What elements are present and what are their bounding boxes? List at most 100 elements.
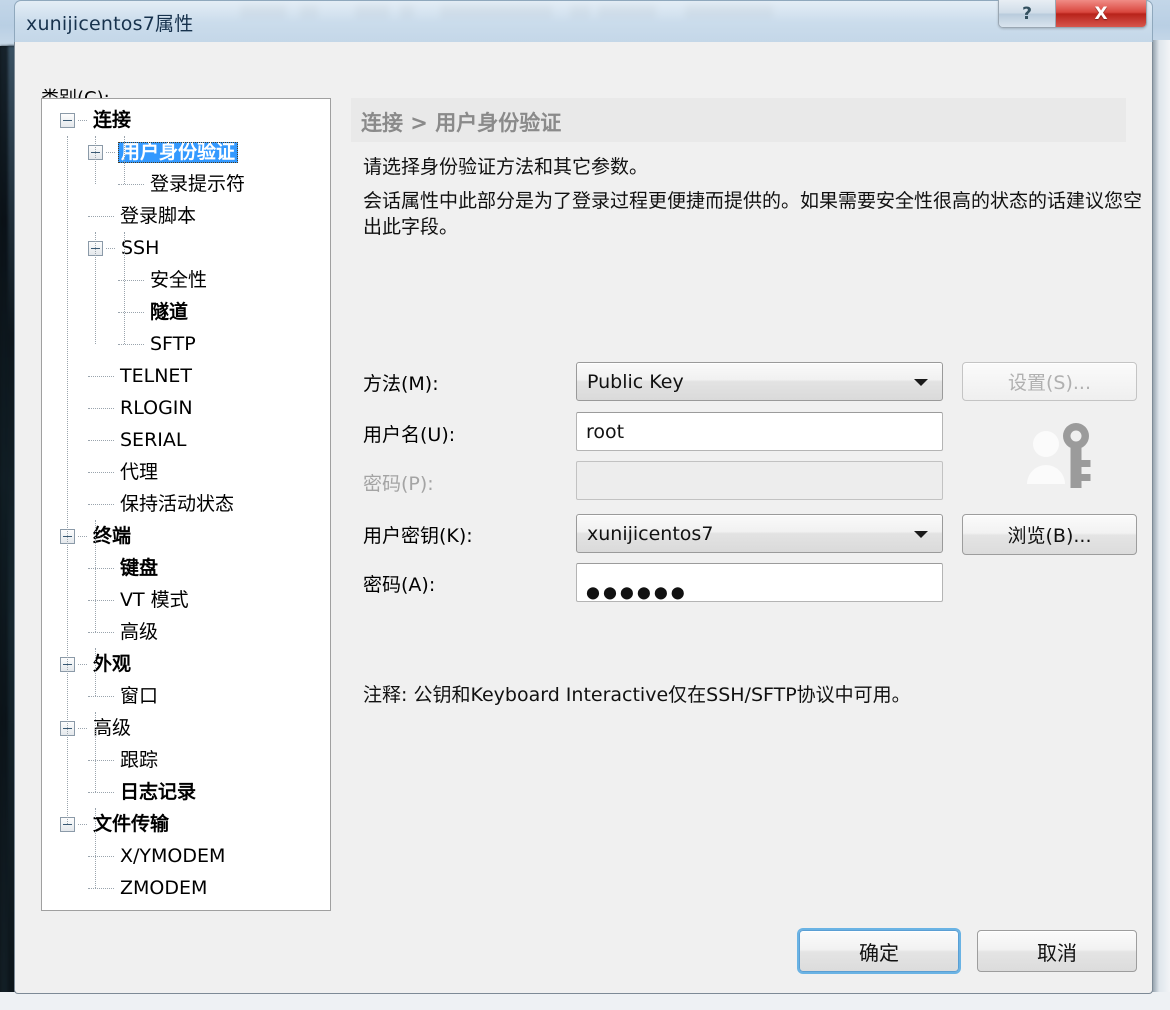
user-key-icon [1027, 423, 1091, 488]
tree-item-3[interactable]: 登录脚本 [42, 200, 330, 232]
tree-item-16[interactable]: 高级 [42, 616, 330, 648]
tree-item-label: 键盘 [120, 556, 159, 579]
dialog-body: 类别(C): 连接用户身份验证登录提示符登录脚本SSH安全性隧道SFTPTELN… [14, 42, 1153, 994]
tree-item-24[interactable]: ZMODEM [42, 872, 330, 904]
tree-item-21[interactable]: 日志记录 [42, 776, 330, 808]
tree-item-12[interactable]: 保持活动状态 [42, 488, 330, 520]
tree-connector [78, 535, 87, 537]
tree-spine-root [67, 136, 68, 824]
tree-item-10[interactable]: SERIAL [42, 424, 330, 456]
password-input [576, 461, 943, 500]
userkey-label: 用户密钥(K): [363, 525, 473, 547]
tree-item-22[interactable]: 文件传输 [42, 808, 330, 840]
tree-item-label: 连接 [93, 108, 132, 131]
tree-item-label: 登录脚本 [120, 204, 197, 227]
tree-item-label: SFTP [150, 332, 196, 355]
passphrase-value: ●●●●●● [586, 582, 688, 601]
tree-item-18[interactable]: 窗口 [42, 680, 330, 712]
tree-connector [118, 311, 144, 313]
tree-item-label: 跟踪 [120, 748, 159, 771]
tree-item-label: 高级 [93, 716, 132, 739]
dialog-title: xunijicentos7属性 [26, 13, 194, 35]
note-text: 注释: 公钥和Keyboard Interactive仅在SSH/SFTP协议中… [363, 684, 911, 706]
tree-connector [88, 855, 114, 857]
tree-item-label: 代理 [120, 460, 159, 483]
userkey-value: xunijicentos7 [587, 522, 714, 545]
tree-connector [88, 599, 114, 601]
tree-connector [88, 215, 114, 217]
settings-button[interactable]: 设置(S)... [962, 362, 1137, 401]
tree-connector [88, 887, 114, 889]
tree-item-19[interactable]: 高级 [42, 712, 330, 744]
tree-item-23[interactable]: X/YMODEM [42, 840, 330, 872]
tree-item-label: 隧道 [150, 300, 189, 323]
tree-item-9[interactable]: RLOGIN [42, 392, 330, 424]
window-controls: ? X [998, 0, 1147, 28]
username-value: root [586, 420, 625, 443]
tree-connector [88, 631, 114, 633]
description-line-2: 会话属性中此部分是为了登录过程更便捷而提供的。如果需要安全性很高的状态的话建议您… [363, 190, 1143, 239]
session-properties-dialog: xunijicentos7属性 ? X 类别(C): 连接用户身份验证登录提示符… [14, 0, 1153, 994]
tree-item-label: 用户身份验证 [118, 141, 239, 163]
cancel-button[interactable]: 取消 [977, 930, 1137, 972]
tree-connector [88, 439, 114, 441]
tree-connector [106, 151, 115, 153]
tree-collapse-icon[interactable] [60, 112, 75, 128]
tree-item-label: 外观 [93, 652, 132, 675]
password-label: 密码(P): [363, 473, 434, 495]
tree-item-8[interactable]: TELNET [42, 360, 330, 392]
tree-item-11[interactable]: 代理 [42, 456, 330, 488]
tree-item-label: RLOGIN [120, 396, 193, 419]
method-value: Public Key [587, 370, 684, 393]
tree-spine-appearance [95, 648, 96, 696]
tree-connector [88, 503, 114, 505]
tree-connector [88, 695, 114, 697]
username-label: 用户名(U): [363, 424, 456, 446]
tree-item-5[interactable]: 安全性 [42, 264, 330, 296]
browse-button[interactable]: 浏览(B)... [962, 514, 1137, 555]
tree-item-14[interactable]: 键盘 [42, 552, 330, 584]
passphrase-input[interactable]: ●●●●●● [576, 563, 943, 602]
tree-spine-advanced [95, 712, 96, 792]
tree-item-6[interactable]: 隧道 [42, 296, 330, 328]
help-icon[interactable]: ? [999, 0, 1056, 27]
tree-item-13[interactable]: 终端 [42, 520, 330, 552]
tree-spine-auth [95, 136, 96, 184]
tree-item-label: 文件传输 [93, 812, 170, 835]
method-dropdown[interactable]: Public Key [576, 362, 943, 401]
tree-item-label: 终端 [93, 524, 132, 547]
tree-item-label: X/YMODEM [120, 844, 226, 867]
tree-item-20[interactable]: 跟踪 [42, 744, 330, 776]
tree-connector [106, 247, 115, 249]
ok-button[interactable]: 确定 [799, 930, 959, 972]
background-bottom-edge [0, 992, 1170, 1010]
tree-connector [88, 791, 114, 793]
tree-item-7[interactable]: SFTP [42, 328, 330, 360]
chevron-down-icon [914, 530, 928, 538]
tree-connector [88, 375, 114, 377]
tree-item-0[interactable]: 连接 [42, 104, 330, 136]
tree-item-17[interactable]: 外观 [42, 648, 330, 680]
category-tree[interactable]: 连接用户身份验证登录提示符登录脚本 SSH 安全性隧道 SFTP TELNET RLOGI… [41, 98, 331, 911]
breadcrumb: 连接 > 用户身份验证 [361, 111, 562, 135]
tree-item-label: 窗口 [120, 684, 159, 707]
tree-item-label: 安全性 [150, 268, 208, 291]
breadcrumb-bar: 连接 > 用户身份验证 [351, 98, 1126, 142]
description-line-1: 请选择身份验证方法和其它参数。 [363, 156, 649, 178]
tree-spine-terminal [95, 520, 96, 632]
method-label: 方法(M): [363, 373, 439, 395]
tree-spine-auth-child [124, 136, 125, 184]
tree-connector [88, 759, 114, 761]
tree-connector [78, 119, 87, 121]
tree-item-1[interactable]: 用户身份验证 [42, 136, 330, 168]
close-icon[interactable]: X [1056, 0, 1146, 27]
userkey-dropdown[interactable]: xunijicentos7 [576, 514, 943, 553]
tree-connector [78, 727, 87, 729]
tree-item-2[interactable]: 登录提示符 [42, 168, 330, 200]
tree-item-label: TELNET [120, 364, 193, 387]
username-input[interactable]: root [576, 412, 943, 451]
tree-item-4[interactable]: SSH [42, 232, 330, 264]
tree-item-15[interactable]: VT 模式 [42, 584, 330, 616]
tree-item-label: VT 模式 [120, 588, 189, 611]
tree-item-label: 日志记录 [120, 780, 197, 803]
